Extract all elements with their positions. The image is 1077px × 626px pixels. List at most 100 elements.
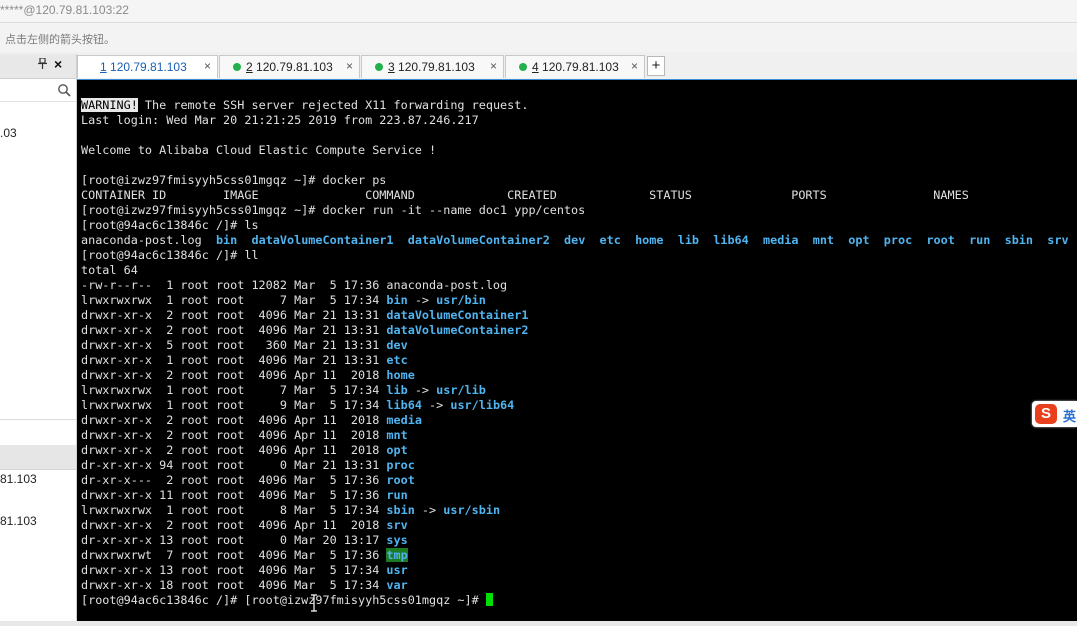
terminal-line: drwxr-xr-x 18 root root 4096 Mar 5 17:34… xyxy=(81,578,1077,593)
terminal-line: drwxr-xr-x 11 root root 4096 Mar 5 17:36… xyxy=(81,488,1077,503)
close-icon[interactable]: × xyxy=(204,59,211,73)
directory-entry: etc xyxy=(386,353,408,367)
directory-entry: var xyxy=(386,578,408,592)
terminal-line: -rw-r--r-- 1 root root 12082 Mar 5 17:36… xyxy=(81,278,1077,293)
ime-language-label: 英 xyxy=(1063,409,1077,424)
terminal-text: drwxr-xr-x 2 root root 4096 Mar 21 13:31 xyxy=(81,308,387,322)
directory-entry: bin xyxy=(215,233,238,247)
directory-entry: usr/sbin xyxy=(443,503,501,517)
directory-entry: etc xyxy=(599,233,621,247)
directory-entry: mnt xyxy=(812,233,835,247)
directory-entry: opt xyxy=(848,233,870,247)
session-list-item[interactable]: .03 xyxy=(0,126,17,140)
session-search[interactable] xyxy=(0,79,76,102)
directory-entry: lib xyxy=(677,233,700,247)
terminal-line: [root@94ac6c13846c /]# ls xyxy=(81,218,1077,233)
directory-entry: bin xyxy=(386,293,408,307)
terminal-text: -> xyxy=(414,503,444,517)
terminal-cursor xyxy=(485,593,493,606)
terminal-text: [root@94ac6c13846c /]# ls xyxy=(81,218,259,232)
session-list-item[interactable]: 81.103 xyxy=(0,472,37,486)
terminal-text: drwxr-xr-x 2 root root 4096 Mar 21 13:31 xyxy=(81,323,387,337)
directory-entry: usr/lib64 xyxy=(450,398,515,412)
terminal-lines: WARNING! The remote SSH server rejected … xyxy=(81,98,1077,608)
terminal-text: -> xyxy=(407,293,437,307)
directory-entry: usr xyxy=(386,563,408,577)
terminal-text: Welcome to Alibaba Cloud Elastic Compute… xyxy=(81,143,437,157)
new-tab-button[interactable]: + xyxy=(647,56,665,76)
window-titlebar: *****@120.79.81.103:22 xyxy=(0,0,1077,23)
terminal-text: [root@94ac6c13846c /]# [root@izwz97fmisy… xyxy=(81,593,486,607)
directory-entry: usr/bin xyxy=(436,293,486,307)
terminal-text: [root@94ac6c13846c /]# ll xyxy=(81,248,259,262)
connected-status-icon xyxy=(233,63,241,71)
connected-status-icon xyxy=(519,63,527,71)
tab-session-3[interactable]: 3 120.79.81.103 × xyxy=(361,55,504,78)
tab-bar: 1 120.79.81.103 × 2 120.79.81.103 × 3 12… xyxy=(77,54,1077,79)
divider xyxy=(0,419,76,420)
directory-entry: root xyxy=(386,473,415,487)
directory-entry: dataVolumeContainer2 xyxy=(407,233,550,247)
terminal-line: [root@94ac6c13846c /]# ll xyxy=(81,248,1077,263)
terminal-text: lrwxrwxrwx 1 root root 8 Mar 5 17:34 xyxy=(81,503,387,517)
search-icon[interactable] xyxy=(57,83,71,97)
terminal-line: drwxr-xr-x 2 root root 4096 Apr 11 2018 … xyxy=(81,413,1077,428)
terminal-text: drwxr-xr-x 2 root root 4096 Apr 11 2018 xyxy=(81,368,387,382)
directory-entry: media xyxy=(386,413,422,427)
text-cursor-icon xyxy=(311,594,317,612)
terminal-line: lrwxrwxrwx 1 root root 9 Mar 5 17:34 lib… xyxy=(81,398,1077,413)
session-panel-header-2 xyxy=(0,445,76,470)
directory-entry: tmp xyxy=(386,548,408,562)
terminal-line: anaconda-post.log bin dataVolumeContaine… xyxy=(81,233,1077,248)
directory-entry: dataVolumeContainer1 xyxy=(386,308,529,322)
status-bar xyxy=(0,621,1077,626)
close-icon[interactable]: × xyxy=(490,59,497,73)
terminal-text: dr-xr-xr-x 13 root root 0 Mar 20 13:17 xyxy=(81,533,387,547)
directory-entry: home xyxy=(635,233,664,247)
directory-entry: usr/lib xyxy=(436,383,486,397)
directory-entry: lib64 xyxy=(713,233,749,247)
ime-indicator[interactable]: S 英 xyxy=(1032,401,1077,427)
hint-text: 点击左侧的箭头按钮。 xyxy=(5,34,115,46)
terminal-text: The remote SSH server rejected X11 forwa… xyxy=(137,98,529,112)
terminal-line: [root@izwz97fmisyyh5css01mgqz ~]# docker… xyxy=(81,203,1077,218)
terminal-line: total 64 xyxy=(81,263,1077,278)
terminal-line: dr-xr-x--- 2 root root 4096 Mar 5 17:36 … xyxy=(81,473,1077,488)
tab-session-4[interactable]: 4 120.79.81.103 × xyxy=(505,55,645,78)
tab-session-2[interactable]: 2 120.79.81.103 × xyxy=(219,55,360,78)
directory-entry: proc xyxy=(386,458,415,472)
tab-label: 2 120.79.81.103 xyxy=(246,60,333,74)
terminal-line: lrwxrwxrwx 1 root root 8 Mar 5 17:34 sbi… xyxy=(81,503,1077,518)
terminal-line: Welcome to Alibaba Cloud Elastic Compute… xyxy=(81,143,1077,158)
terminal-text: drwxr-xr-x 11 root root 4096 Mar 5 17:36 xyxy=(81,488,387,502)
directory-entry: mnt xyxy=(386,428,408,442)
session-list-item[interactable]: 81.103 xyxy=(0,514,37,528)
terminal-line: drwxr-xr-x 1 root root 4096 Mar 21 13:31… xyxy=(81,353,1077,368)
terminal-text: lrwxrwxrwx 1 root root 7 Mar 5 17:34 xyxy=(81,383,387,397)
tab-session-1[interactable]: 1 120.79.81.103 × xyxy=(77,55,218,78)
pin-icon[interactable] xyxy=(38,57,47,72)
directory-entry: dataVolumeContainer2 xyxy=(386,323,529,337)
close-icon[interactable]: × xyxy=(346,59,353,73)
close-panel-button[interactable]: × xyxy=(54,56,62,72)
terminal-text: drwxr-xr-x 1 root root 4096 Mar 21 13:31 xyxy=(81,353,387,367)
directory-entry: lib64 xyxy=(386,398,422,412)
session-panel-header: × xyxy=(0,54,76,79)
terminal-line: drwxr-xr-x 2 root root 4096 Mar 21 13:31… xyxy=(81,308,1077,323)
terminal-output[interactable]: WARNING! The remote SSH server rejected … xyxy=(77,79,1077,622)
tab-label: 1 120.79.81.103 xyxy=(100,60,187,74)
close-icon[interactable]: × xyxy=(631,59,638,73)
directory-entry: dataVolumeContainer1 xyxy=(251,233,394,247)
directory-entry: srv xyxy=(386,518,408,532)
terminal-text: -rw-r--r-- 1 root root 12082 Mar 5 17:36… xyxy=(81,278,508,292)
